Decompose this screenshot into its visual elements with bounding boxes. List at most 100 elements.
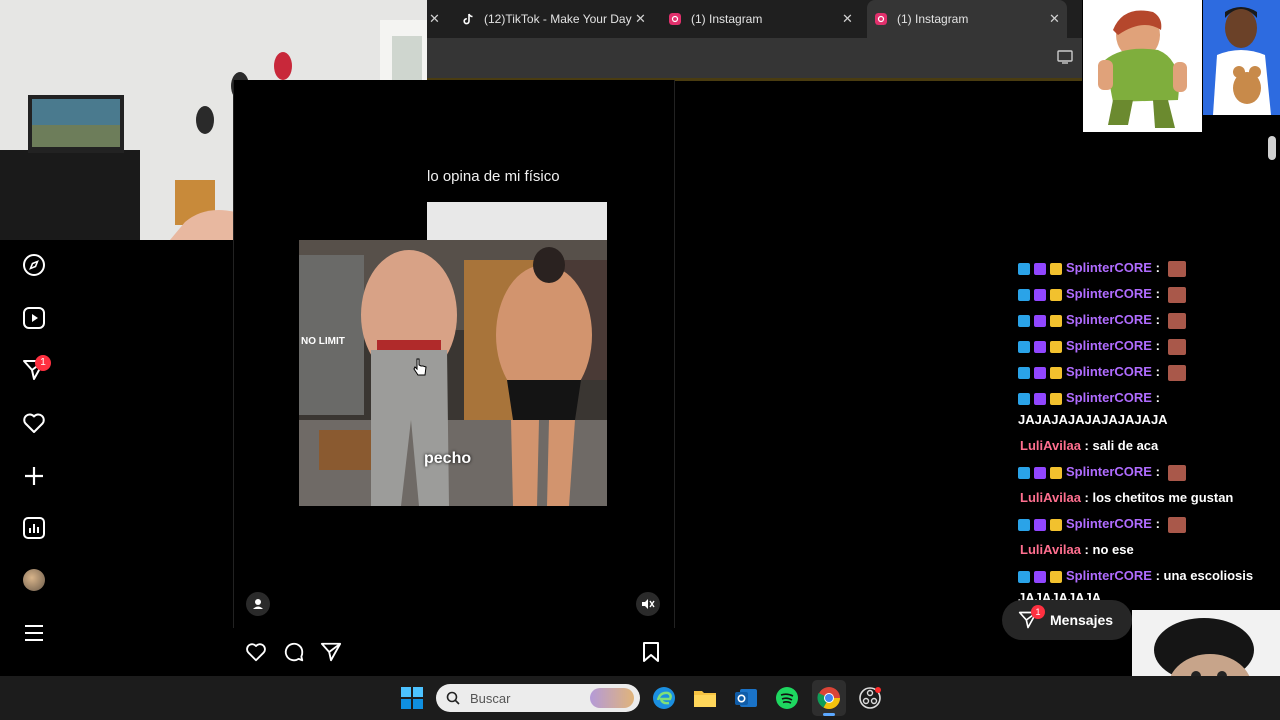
chat-badges-icon <box>1018 314 1062 327</box>
doctor-sticker <box>1203 0 1280 115</box>
close-icon[interactable]: ✕ <box>1049 11 1060 27</box>
dashboard-icon[interactable] <box>22 516 46 540</box>
tab-tiktok[interactable]: (12)TikTok - Make Your Day ✕ <box>462 0 662 38</box>
user-icon <box>253 599 263 609</box>
chat-message: SplinterCORE : <box>1018 286 1186 303</box>
chat-emote-icon <box>1167 260 1186 277</box>
messages-label: Mensajes <box>1050 612 1114 628</box>
cast-icon[interactable] <box>1057 50 1073 64</box>
reels-icon[interactable] <box>22 306 46 330</box>
outlook-icon[interactable] <box>734 686 758 710</box>
save-icon[interactable] <box>641 641 661 663</box>
chat-emote-icon <box>1167 464 1186 481</box>
tab-label: (1) Instagram <box>897 12 969 26</box>
chrome-taskbar-button[interactable] <box>812 680 846 716</box>
create-icon[interactable] <box>22 464 46 488</box>
tab-instagram-1[interactable]: (1) Instagram ✕ <box>669 0 861 38</box>
chat-username[interactable]: LuliAvilaa <box>1020 490 1081 505</box>
spotify-icon[interactable] <box>775 686 799 710</box>
explore-icon[interactable] <box>22 253 46 277</box>
notification-badge: 1 <box>35 355 51 371</box>
chat-separator: : <box>1151 286 1164 301</box>
close-icon[interactable]: ✕ <box>635 11 646 27</box>
chat-separator: : <box>1151 464 1164 479</box>
video-overlay-text: NO LIMIT <box>301 336 345 347</box>
chat-message: SplinterCORE : <box>1018 260 1186 277</box>
tagged-user-button[interactable] <box>246 592 270 616</box>
chat-badges-icon <box>1018 288 1062 301</box>
messages-badge: 1 <box>1031 605 1045 619</box>
chat-username[interactable]: SplinterCORE <box>1066 516 1152 531</box>
tab-label: (12)TikTok - Make Your Day <box>484 12 632 26</box>
chat-message: SplinterCORE : <box>1018 312 1186 329</box>
chat-separator: : <box>1151 364 1164 379</box>
messages-button[interactable]: 1 Mensajes <box>1002 600 1132 640</box>
chat-username[interactable]: SplinterCORE <box>1066 464 1152 479</box>
tiktok-icon <box>463 13 473 25</box>
file-explorer-icon[interactable] <box>693 686 717 710</box>
chat-separator: : <box>1151 312 1164 327</box>
close-icon[interactable]: ✕ <box>842 11 853 27</box>
chat-emote-icon <box>1167 516 1186 533</box>
chat-message: SplinterCORE : <box>1018 338 1186 355</box>
chat-message: JAJAJAJAJAJAJAJAJA <box>1018 412 1168 427</box>
comment-icon[interactable] <box>283 641 305 663</box>
tab-instagram-2[interactable]: (1) Instagram ✕ <box>867 0 1067 38</box>
chat-username[interactable]: SplinterCORE <box>1066 338 1152 353</box>
chat-username[interactable]: SplinterCORE <box>1066 286 1152 301</box>
instagram-icon <box>875 13 887 25</box>
search-placeholder: Buscar <box>470 691 511 706</box>
heart-icon[interactable] <box>22 411 46 435</box>
chat-username[interactable]: SplinterCORE <box>1066 364 1152 379</box>
tab-label: (1) Instagram <box>691 12 763 26</box>
chat-username[interactable]: LuliAvilaa <box>1020 542 1081 557</box>
chat-badges-icon <box>1018 518 1062 531</box>
video-top-strip <box>427 202 607 244</box>
chat-badges-icon <box>1018 392 1062 405</box>
chat-message: SplinterCORE : <box>1018 390 1160 405</box>
chat-badges-icon <box>1018 570 1062 583</box>
share-icon[interactable] <box>320 641 342 663</box>
video-subtitle: pecho <box>424 450 472 467</box>
chat-separator: : <box>1080 438 1093 453</box>
profile-avatar[interactable] <box>23 569 45 591</box>
chat-username[interactable]: SplinterCORE <box>1066 390 1152 405</box>
chat-username[interactable]: SplinterCORE <box>1066 260 1152 275</box>
chat-separator: : <box>1151 516 1164 531</box>
chat-message: SplinterCORE : <box>1018 364 1186 381</box>
address-bar[interactable] <box>427 38 1082 81</box>
taskbar-search[interactable]: Buscar <box>436 684 640 712</box>
chat-username[interactable]: SplinterCORE <box>1066 568 1152 583</box>
chat-badges-icon <box>1018 466 1062 479</box>
menu-icon[interactable] <box>22 621 46 645</box>
chat-username[interactable]: SplinterCORE <box>1066 312 1152 327</box>
chat-message: SplinterCORE : <box>1018 464 1186 481</box>
chat-text: sali de aca <box>1092 438 1159 453</box>
tab-previous[interactable]: ✕ <box>427 0 457 38</box>
chat-text: una escoliosis <box>1163 568 1254 583</box>
edge-icon[interactable] <box>652 686 676 710</box>
chat-message: LuliAvilaa : no ese <box>1018 542 1134 557</box>
windows-start-icon[interactable] <box>401 687 423 709</box>
chat-message: SplinterCORE : <box>1018 516 1186 533</box>
obs-icon[interactable] <box>858 686 882 710</box>
hand-cursor-icon <box>413 358 427 376</box>
quasimodo-sticker <box>1083 0 1202 132</box>
chat-separator: : <box>1080 490 1093 505</box>
chat-text: JAJAJAJAJAJAJAJAJA <box>1018 412 1168 427</box>
close-icon[interactable]: ✕ <box>429 11 440 27</box>
mute-button[interactable] <box>636 592 660 616</box>
chat-separator: : <box>1151 338 1164 353</box>
muted-speaker-icon <box>642 599 655 609</box>
chat-message: LuliAvilaa : los chetitos me gustan <box>1018 490 1233 505</box>
video-player[interactable]: NO LIMIT pecho <box>299 240 607 506</box>
scrollbar-thumb[interactable] <box>1268 136 1276 160</box>
chat-emote-icon <box>1167 364 1186 381</box>
chat-separator: : <box>1151 260 1164 275</box>
chat-username[interactable]: LuliAvilaa <box>1020 438 1081 453</box>
chat-emote-icon <box>1167 286 1186 303</box>
active-indicator <box>823 713 835 716</box>
chat-message: LuliAvilaa : sali de aca <box>1018 438 1158 453</box>
like-icon[interactable] <box>245 641 267 663</box>
chrome-icon <box>817 687 840 709</box>
